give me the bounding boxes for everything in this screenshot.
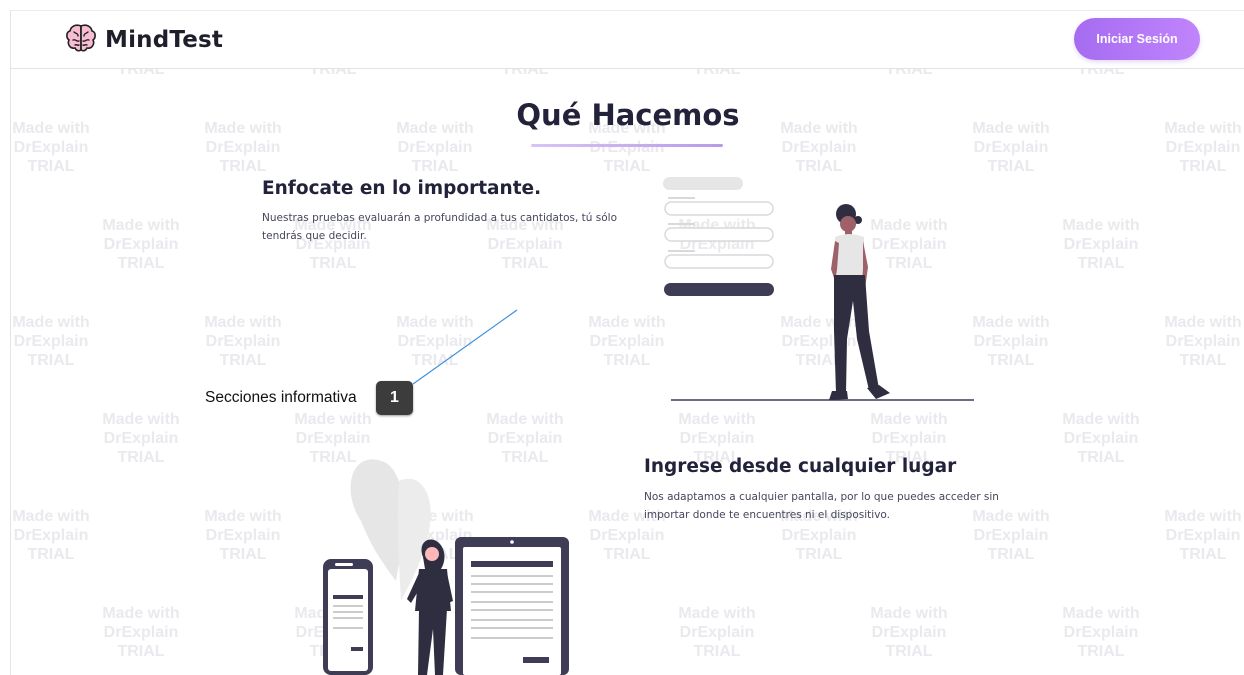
watermark-text: TRIAL <box>795 546 842 563</box>
watermark-text: Made with <box>204 508 281 525</box>
annotation-badge: 1 <box>376 381 413 415</box>
watermark-text: Made with <box>12 508 89 525</box>
watermark-text: TRIAL <box>1077 643 1124 660</box>
watermark-text: TRIAL <box>1179 158 1226 175</box>
watermark-text: Made with <box>870 605 947 622</box>
watermark-text: TRIAL <box>987 546 1034 563</box>
watermark-text: DrExplain <box>1064 430 1139 447</box>
watermark-text: Made with <box>678 411 755 428</box>
watermark-text: Made with <box>294 411 371 428</box>
woman-figure <box>829 204 890 400</box>
watermark-text: TRIAL <box>885 643 932 660</box>
brain-icon <box>65 23 97 57</box>
watermark-text: DrExplain <box>590 527 665 544</box>
form-fields <box>664 197 774 269</box>
watermark-text: DrExplain <box>680 430 755 447</box>
watermark-text: TRIAL <box>987 352 1034 369</box>
watermark-text: DrExplain <box>398 333 473 350</box>
watermark-text: DrExplain <box>398 139 473 156</box>
watermark-text: DrExplain <box>872 624 947 641</box>
devices-illustration <box>323 459 569 675</box>
watermark-text: Made with <box>396 314 473 331</box>
section-title: Qué Hacemos <box>516 98 740 132</box>
phone-device <box>323 559 373 675</box>
tablet-device <box>455 537 569 675</box>
watermark-text: TRIAL <box>987 158 1034 175</box>
feature-focus-description: Nuestras pruebas evaluarán a profundidad… <box>262 212 617 242</box>
watermark-text: DrExplain <box>1166 139 1241 156</box>
watermark-text: TRIAL <box>27 352 74 369</box>
title-underline <box>531 144 723 147</box>
watermark-text: Made with <box>1062 605 1139 622</box>
page-frame: Made with DrExplain TRIAL Made with DrExplai… <box>10 10 1244 675</box>
watermark-text: DrExplain <box>872 430 947 447</box>
watermark-text: TRIAL <box>1179 546 1226 563</box>
form-header-bar <box>663 177 743 190</box>
watermark-text: DrExplain <box>974 527 1049 544</box>
watermark-text: DrExplain <box>1166 333 1241 350</box>
watermark-text: TRIAL <box>117 255 164 272</box>
watermark-text: TRIAL <box>219 158 266 175</box>
watermark-text: TRIAL <box>27 546 74 563</box>
watermark-text: DrExplain <box>974 139 1049 156</box>
watermark-text: Made with <box>12 314 89 331</box>
watermark-text: Made with <box>870 411 947 428</box>
annotation-label: Secciones informativa <box>205 389 357 406</box>
feature-focus-title: Enfocate en lo importante. <box>262 178 542 199</box>
watermark-text: Made with <box>1164 314 1241 331</box>
watermark-text: DrExplain <box>296 430 371 447</box>
watermark-text: DrExplain <box>680 624 755 641</box>
watermark-text: TRIAL <box>603 546 650 563</box>
watermark-text: Made with <box>678 605 755 622</box>
watermark-text: Made with <box>1164 508 1241 525</box>
watermark-text: Made with <box>486 411 563 428</box>
login-button[interactable]: Iniciar Sesión <box>1074 18 1200 60</box>
watermark-text: DrExplain <box>1064 624 1139 641</box>
watermark-text: TRIAL <box>501 255 548 272</box>
watermark-text: DrExplain <box>104 430 179 447</box>
watermark-text: TRIAL <box>411 352 458 369</box>
watermark-text: TRIAL <box>603 352 650 369</box>
watermark-text: TRIAL <box>219 352 266 369</box>
watermark-text: DrExplain <box>104 624 179 641</box>
watermark-text: DrExplain <box>14 333 89 350</box>
feature-anywhere-title: Ingrese desde cualquier lugar <box>644 456 957 477</box>
watermark-text: DrExplain <box>782 139 857 156</box>
watermark-text: TRIAL <box>117 643 164 660</box>
watermark-text: TRIAL <box>309 255 356 272</box>
watermark-text: DrExplain <box>206 333 281 350</box>
feature-anywhere-description: Nos adaptamos a cualquier pantalla, por … <box>644 491 999 521</box>
watermark-text: TRIAL <box>1077 255 1124 272</box>
watermark-text: TRIAL <box>117 449 164 466</box>
watermark-text: DrExplain <box>14 527 89 544</box>
form-illustration <box>663 177 974 401</box>
watermark-text: Made with <box>102 605 179 622</box>
watermark-text: DrExplain <box>104 236 179 253</box>
watermark-text: TRIAL <box>411 158 458 175</box>
watermark-text: TRIAL <box>1179 352 1226 369</box>
form-submit-bar <box>664 283 774 296</box>
watermark-text: DrExplain <box>488 430 563 447</box>
watermark-text: TRIAL <box>603 158 650 175</box>
brand-logo[interactable]: MindTest <box>65 23 223 57</box>
watermark-text: DrExplain <box>590 139 665 156</box>
top-navbar: MindTest Iniciar Sesión <box>11 11 1244 69</box>
watermark-text: Made with <box>204 314 281 331</box>
watermark-text: DrExplain <box>1064 236 1139 253</box>
watermark-text: Made with <box>1062 217 1139 234</box>
watermark-text: DrExplain <box>206 139 281 156</box>
watermark-text: DrExplain <box>14 139 89 156</box>
watermark-text: TRIAL <box>27 158 74 175</box>
watermark-text: TRIAL <box>219 546 266 563</box>
watermark-text: DrExplain <box>782 527 857 544</box>
watermark-text: TRIAL <box>1077 449 1124 466</box>
watermark-text: DrExplain <box>206 527 281 544</box>
watermark-text: Made with <box>1062 411 1139 428</box>
watermark-text: Made with <box>102 411 179 428</box>
brand-name: MindTest <box>105 27 224 53</box>
watermark-text: Made with <box>102 217 179 234</box>
watermark-text: TRIAL <box>693 643 740 660</box>
watermark-text: DrExplain <box>1166 527 1241 544</box>
